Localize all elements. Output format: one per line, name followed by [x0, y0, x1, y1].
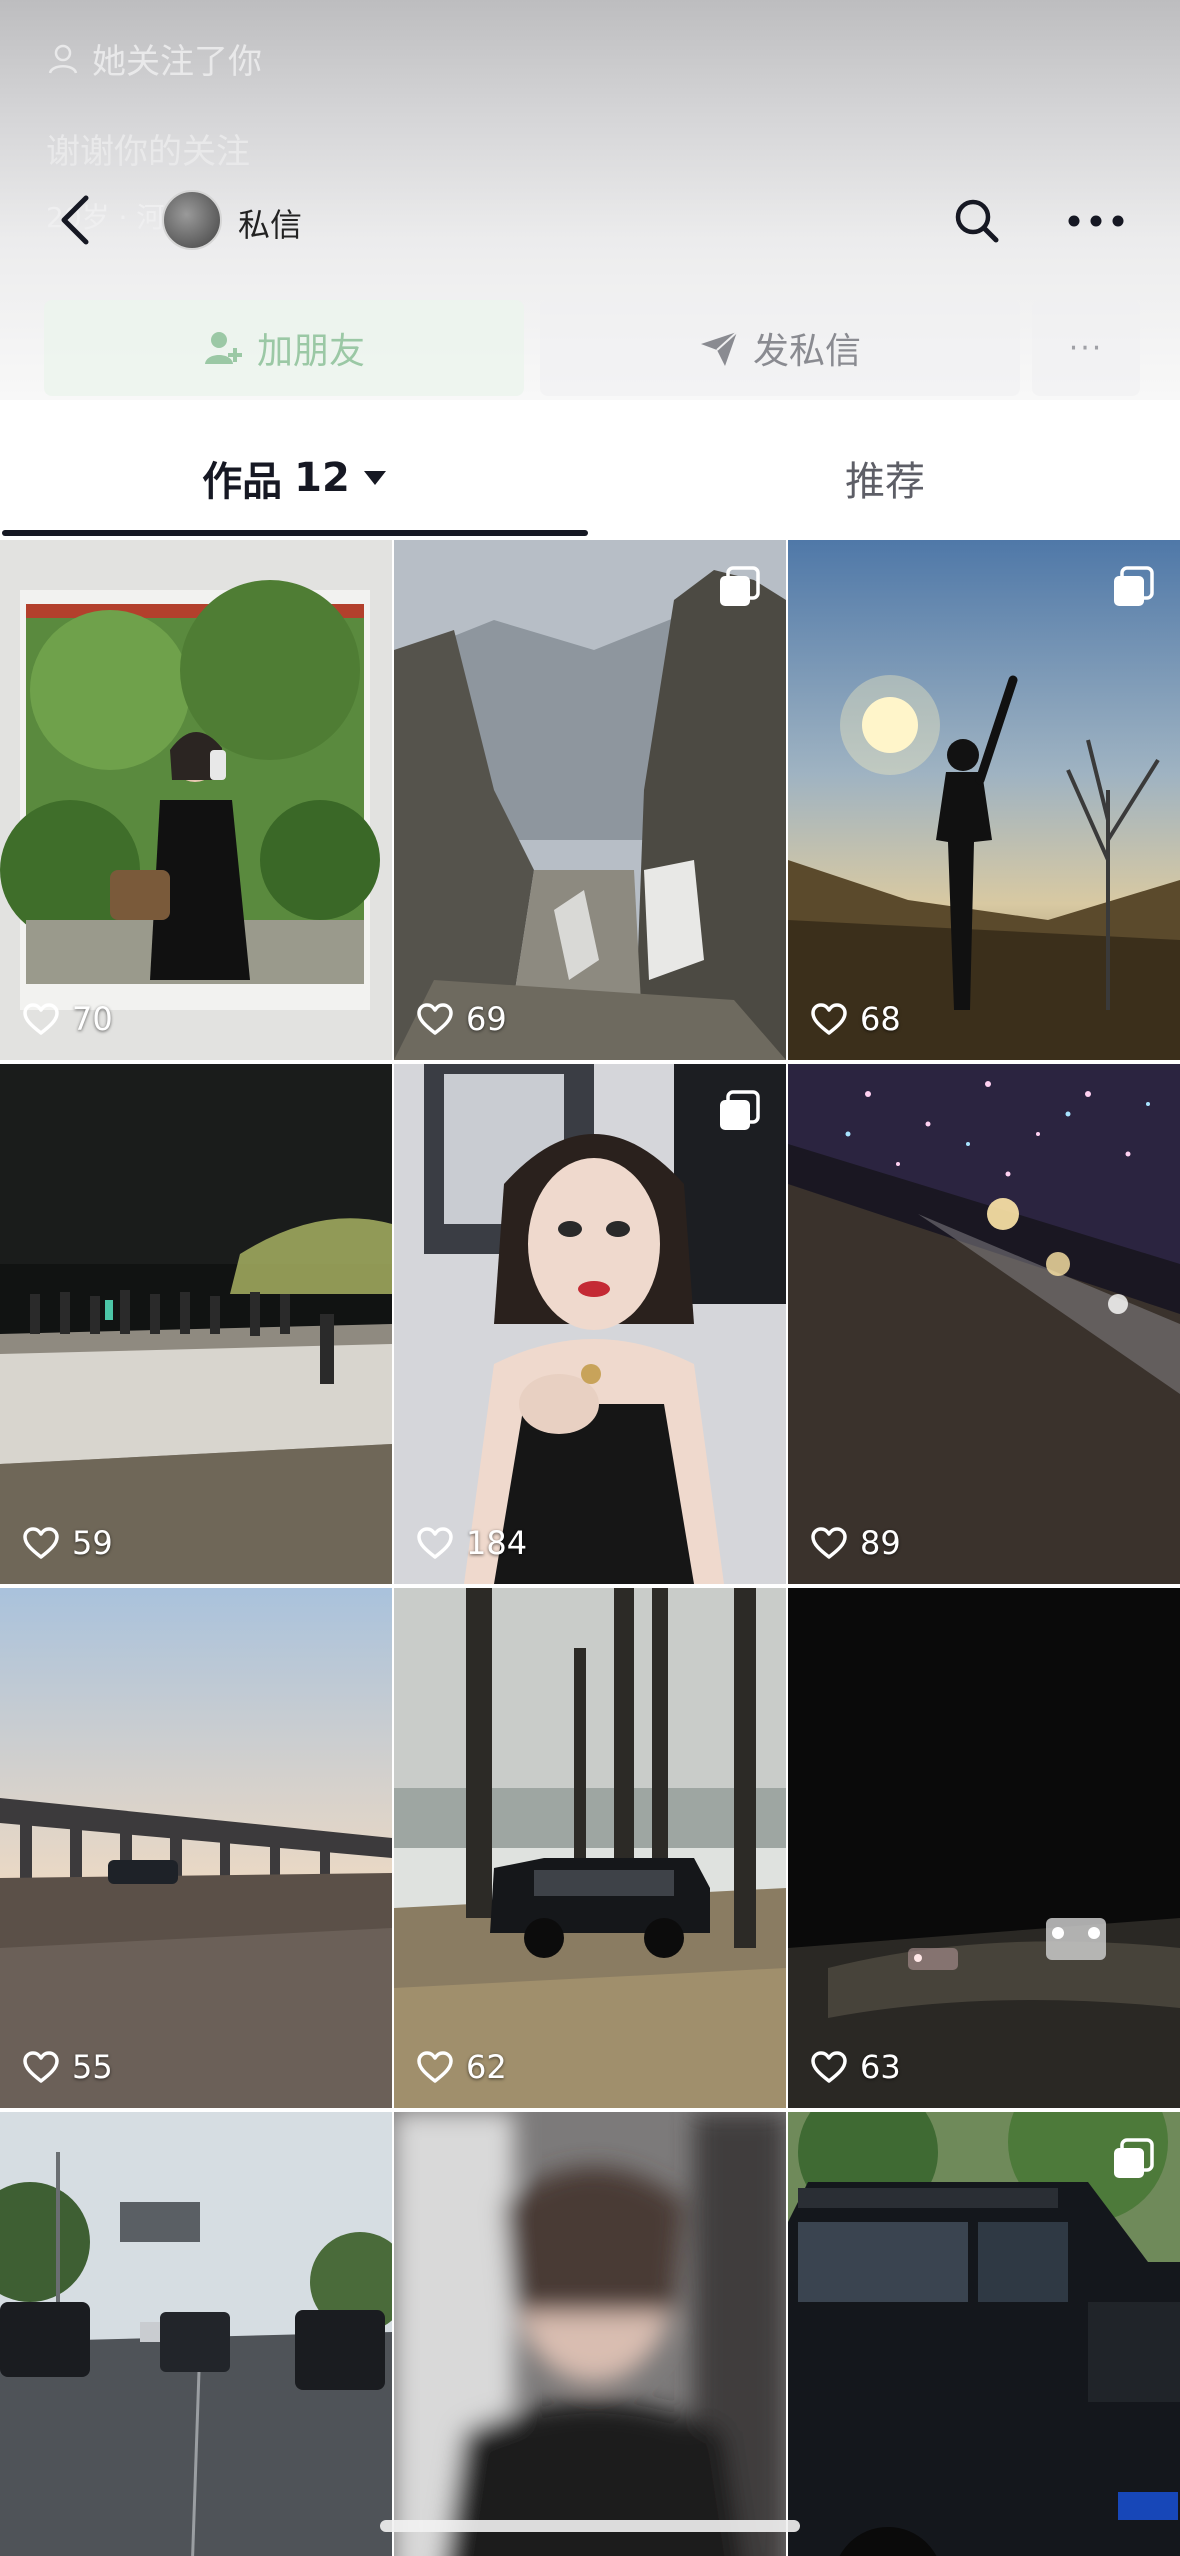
more-dots-icon: [1068, 215, 1124, 227]
like-count: 62: [416, 2048, 507, 2086]
post-image-fireworks-road: [788, 1064, 1180, 1584]
post-image-bridge-dusk: [0, 1588, 392, 2108]
post-thumbnail[interactable]: 68: [788, 540, 1180, 1060]
multi-image-icon: [720, 566, 760, 606]
post-thumbnail[interactable]: [788, 2112, 1180, 2556]
post-image-mirror-selfie: [0, 540, 392, 1060]
like-count: 59: [22, 1524, 113, 1562]
post-thumbnail[interactable]: [0, 2112, 392, 2556]
search-button[interactable]: [952, 196, 1002, 246]
follow-note: 她关注了你: [46, 34, 262, 83]
home-indicator[interactable]: [380, 2520, 800, 2532]
avatar[interactable]: [162, 190, 222, 250]
post-thumbnail[interactable]: 69: [394, 540, 786, 1060]
add-friend-button[interactable]: 加朋友: [44, 300, 524, 396]
post-image-sunset-silhouette: [788, 540, 1180, 1060]
nav-bar: 私信: [0, 170, 1180, 270]
like-count: 55: [22, 2048, 113, 2086]
like-count: 70: [22, 1000, 113, 1038]
profile-actions: 加朋友 发私信 ···: [0, 300, 1180, 396]
heart-icon: [417, 1527, 453, 1559]
post-image-selfie-portrait: [394, 1064, 786, 1584]
send-message-button[interactable]: 发私信: [540, 300, 1020, 396]
active-tab-indicator: [2, 530, 588, 536]
more-options-button[interactable]: [1066, 196, 1126, 246]
post-thumbnail[interactable]: 55: [0, 1588, 392, 2108]
heart-icon: [811, 1003, 847, 1035]
heart-icon: [23, 1003, 59, 1035]
like-count: 63: [810, 2048, 901, 2086]
post-thumbnail[interactable]: 184: [394, 1064, 786, 1584]
action-more-button[interactable]: ···: [1032, 300, 1140, 396]
posts-grid: 70 69 68 59 184 89 55 62 63: [0, 540, 1180, 2556]
like-count: 69: [416, 1000, 507, 1038]
post-thumbnail[interactable]: 89: [788, 1064, 1180, 1584]
tab-recommend[interactable]: 推荐: [590, 420, 1180, 536]
profile-bio: 谢谢你的关注: [46, 132, 250, 172]
like-count: 68: [810, 1000, 901, 1038]
multi-image-icon: [1114, 566, 1154, 606]
post-thumbnail[interactable]: 63: [788, 1588, 1180, 2108]
heart-icon: [417, 2051, 453, 2083]
multi-image-icon: [720, 1090, 760, 1130]
tab-works[interactable]: 作品 12: [0, 420, 590, 536]
paper-plane-icon: [700, 331, 738, 366]
post-thumbnail[interactable]: 59: [0, 1064, 392, 1584]
post-image-suv-by-lake: [394, 1588, 786, 2108]
heart-icon: [23, 2051, 59, 2083]
like-count: 184: [416, 1524, 527, 1562]
heart-icon: [23, 1527, 59, 1559]
back-arrow-icon: [61, 195, 89, 245]
like-count: 89: [810, 1524, 901, 1562]
post-thumbnail[interactable]: 62: [394, 1588, 786, 2108]
caret-down-icon: [363, 471, 386, 485]
search-icon: [955, 199, 999, 243]
post-thumbnail[interactable]: [394, 2112, 786, 2556]
content-tabs: 作品 12 推荐: [0, 420, 1180, 536]
post-image-night-gathering: [0, 1064, 392, 1584]
nav-title[interactable]: 私信: [238, 200, 302, 246]
post-image-night-offroad: [788, 1588, 1180, 2108]
post-thumbnail[interactable]: 70: [0, 540, 392, 1060]
add-person-icon: [204, 332, 242, 364]
heart-icon: [811, 2051, 847, 2083]
post-image-mountain-cliff: [394, 540, 786, 1060]
post-image-street-convoy: [0, 2112, 392, 2556]
multi-image-icon: [1114, 2138, 1154, 2178]
person-icon: [48, 44, 78, 74]
back-button[interactable]: [52, 192, 100, 248]
heart-icon: [417, 1003, 453, 1035]
post-image-blurred-portrait: [394, 2112, 786, 2556]
heart-icon: [811, 1527, 847, 1559]
